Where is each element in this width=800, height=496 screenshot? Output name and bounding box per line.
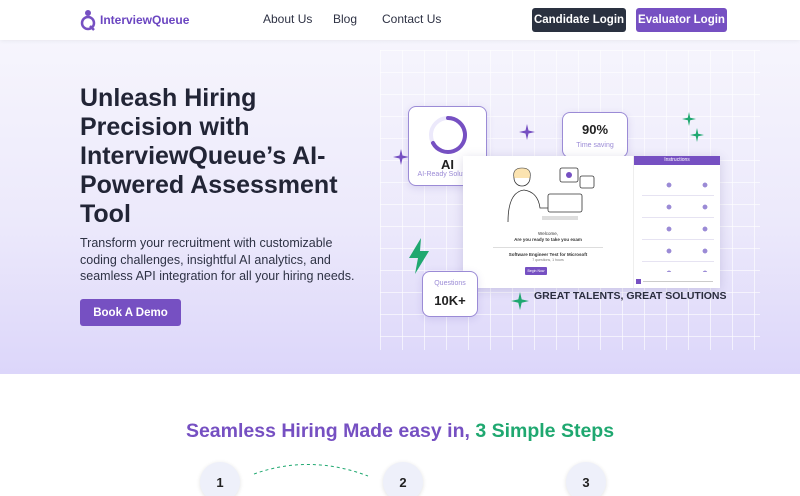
hero-subtitle: Transform your recruitment with customiz… <box>80 236 355 283</box>
begin-now-button[interactable]: Begin Now <box>525 267 547 275</box>
top-navbar: InterviewQueue About Us Blog Contact Us … <box>0 0 800 40</box>
instructions-header: Instructions <box>634 156 720 165</box>
questions-caption: Questions <box>434 280 466 287</box>
steps-title-main: Seamless Hiring Made easy in, <box>185 420 476 442</box>
sparkle-green-icon <box>511 292 529 310</box>
instructions-lines <box>642 183 714 273</box>
divider <box>493 247 603 248</box>
agree-text-line <box>643 281 713 282</box>
step-2-circle: 2 <box>383 462 423 496</box>
candidate-login-button[interactable]: Candidate Login <box>532 8 626 32</box>
hero-title: Unleash Hiring Precision with InterviewQ… <box>80 84 338 228</box>
time-saving-value: 90% <box>581 122 609 137</box>
exam-welcome-panel: Welcome, Are you ready to take you exam … <box>463 156 633 288</box>
sparkle-icon <box>519 124 535 140</box>
sparkle-icon <box>393 149 409 165</box>
exam-preview-screenshot: Welcome, Are you ready to take you exam … <box>463 156 720 288</box>
nav-blog[interactable]: Blog <box>333 12 357 26</box>
person-illustration-icon <box>507 167 595 223</box>
hero-section: Unleash Hiring Precision with InterviewQ… <box>0 40 800 374</box>
agree-checkbox[interactable] <box>636 279 641 284</box>
exam-welcome-text: Welcome, <box>538 231 558 236</box>
time-saving-card: 90% Time saving <box>562 112 628 158</box>
exam-ready-text: Are you ready to take you exam <box>514 237 582 242</box>
steps-section-title: Seamless Hiring Made easy in, 3 Simple S… <box>0 420 800 443</box>
brand-name: InterviewQueue <box>100 13 190 27</box>
exam-instructions-panel: Instructions <box>633 156 720 288</box>
sparkles-green-icon <box>682 112 704 142</box>
exam-test-meta: 7 questions, 1 hours <box>532 258 564 262</box>
nav-contact-us[interactable]: Contact Us <box>382 12 441 26</box>
time-saving-caption: Time saving <box>576 142 614 149</box>
progress-ring-icon <box>429 116 467 154</box>
questions-card: Questions 10K+ <box>422 271 478 317</box>
step-3-circle: 3 <box>566 462 606 496</box>
step-1-circle: 1 <box>200 462 240 496</box>
exam-test-name: Software Engineer Test for Microsoft <box>508 252 588 257</box>
brand-logo[interactable]: InterviewQueue <box>80 9 189 31</box>
questions-value: 10K+ <box>434 293 466 308</box>
logo-icon <box>80 10 96 31</box>
steps-title-accent: 3 Simple Steps <box>475 420 615 442</box>
evaluator-login-button[interactable]: Evaluator Login <box>636 8 727 32</box>
nav-about-us[interactable]: About Us <box>263 12 312 26</box>
book-demo-button[interactable]: Book A Demo <box>80 299 181 326</box>
hero-tagline: GREAT TALENTS, GREAT SOLUTIONS <box>534 290 727 302</box>
lightning-icon <box>409 238 429 274</box>
dashed-connector <box>253 463 369 477</box>
